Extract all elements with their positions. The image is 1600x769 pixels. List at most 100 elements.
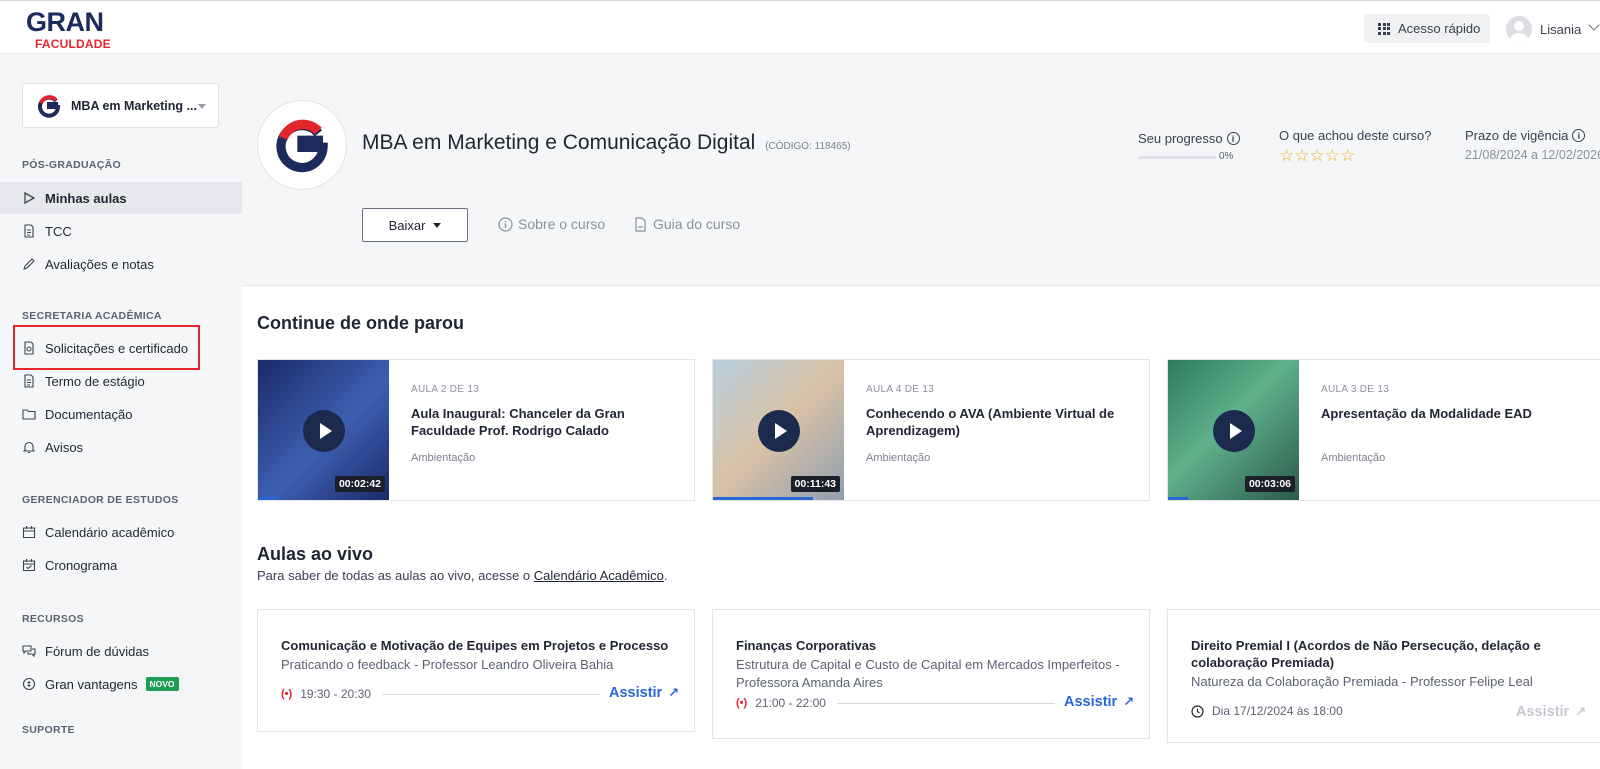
course-title: MBA em Marketing e Comunicação Digital (… [362, 131, 851, 155]
lesson-title: Aula Inaugural: Chanceler da Gran Faculd… [411, 406, 625, 438]
course-guide-label: Guia do curso [653, 216, 741, 232]
watch-label: Assistir [609, 685, 663, 701]
watch-button[interactable]: Assistir ↗ [1064, 694, 1134, 710]
continue-section-title: Continue de onde parou [257, 313, 464, 333]
live-broadcast-icon: (•) [736, 697, 748, 709]
sidebar-item-tcc[interactable]: TCC [0, 215, 242, 247]
gift-icon [22, 677, 36, 691]
lesson-category: Ambientação [866, 452, 931, 464]
video-thumbnail[interactable]: 00:11:43 [713, 360, 844, 500]
progress-label: Seu progresso i [1138, 131, 1240, 146]
continue-card[interactable]: 00:03:06 AULA 3 DE 13 Apresentação da Mo… [1167, 359, 1600, 501]
course-header [242, 54, 1600, 286]
sidebar-item-label: Cronograma [45, 557, 118, 573]
gran-faculdade-logo[interactable]: GRAN FACULDADE [26, 7, 126, 51]
validity-label: Prazo de vigência i [1465, 128, 1586, 143]
info-icon[interactable]: i [1226, 132, 1240, 145]
validity-dates: 21/08/2024 a 12/02/2026 [1465, 148, 1600, 162]
sidebar-item-label: Avaliações e notas [45, 256, 154, 272]
rating-stars[interactable]: ☆☆☆☆☆ [1279, 146, 1355, 166]
play-icon[interactable] [303, 410, 345, 452]
live-class-time-text: 21:00 - 22:00 [755, 696, 826, 710]
live-class-date: Dia 17/12/2024 às 18:00 [1191, 704, 1343, 718]
video-progress-bar [1168, 497, 1188, 500]
quick-access-button[interactable]: Acesso rápido [1364, 14, 1490, 43]
live-class-subtitle: Praticando o feedback - Professor Leandr… [281, 657, 614, 672]
sidebar: MBA em Marketing ... PÓS-GRADUAÇÃO Minha… [0, 54, 242, 769]
sidebar-item-cronograma[interactable]: Cronograma [0, 549, 242, 581]
top-bar: GRAN FACULDADE Acesso rápido Lisania [0, 0, 1600, 54]
live-broadcast-icon: (•) [281, 688, 293, 700]
lesson-number: AULA 3 DE 13 [1321, 384, 1390, 395]
academic-calendar-link[interactable]: Calendário Acadêmico [534, 568, 664, 583]
user-avatar-icon[interactable] [1506, 16, 1532, 42]
sidebar-item-label: Minhas aulas [45, 190, 127, 206]
watch-label: Assistir [1064, 694, 1118, 710]
live-class-time: (•) 19:30 - 20:30 [281, 687, 371, 701]
download-button-label: Baixar [388, 217, 426, 233]
about-course-link[interactable]: Sobre o curso [498, 216, 605, 232]
validity-label-text: Prazo de vigência [1465, 128, 1569, 143]
live-subtitle-suffix: . [663, 568, 668, 583]
live-time-line [837, 703, 1055, 704]
document-icon [22, 374, 36, 388]
caret-down-icon [198, 104, 206, 109]
live-class-time-text: 19:30 - 20:30 [300, 687, 371, 701]
quick-access-label: Acesso rápido [1398, 21, 1481, 36]
sidebar-item-gran-vantagens[interactable]: Gran vantagens NOVO [0, 668, 242, 700]
live-class-subtitle: Natureza da Colaboração Premiada - Profe… [1191, 674, 1533, 689]
calendar-icon [22, 525, 36, 539]
video-thumbnail[interactable]: 00:03:06 [1168, 360, 1299, 500]
live-class-card[interactable]: Finanças Corporativas Estrutura de Capit… [712, 609, 1150, 739]
user-name[interactable]: Lisania [1540, 22, 1581, 37]
sidebar-item-forum[interactable]: Fórum de dúvidas [0, 635, 242, 667]
watch-label: Assistir [1516, 704, 1570, 720]
lesson-title: Conhecendo o AVA (Ambiente Virtual de Ap… [866, 406, 1115, 438]
external-arrow-icon: ↗ [1575, 704, 1587, 719]
sidebar-item-avisos[interactable]: Avisos [0, 431, 242, 463]
watch-button-disabled[interactable]: Assistir ↗ [1516, 704, 1586, 720]
chevron-down-icon[interactable] [1588, 19, 1600, 31]
live-class-subtitle: Estrutura de Capital e Custo de Capital … [736, 657, 1120, 690]
continue-card[interactable]: 00:11:43 AULA 4 DE 13 Conhecendo o AVA (… [712, 359, 1150, 501]
video-progress-bar [258, 497, 278, 500]
info-icon[interactable]: i [1572, 129, 1586, 142]
video-thumbnail[interactable]: 00:02:42 [258, 360, 389, 500]
sidebar-item-documentacao[interactable]: Documentação [0, 398, 242, 430]
course-guide-link[interactable]: Guia do curso [633, 216, 740, 232]
live-subtitle-text: Para saber de todas as aulas ao vivo, ac… [257, 568, 531, 583]
video-duration: 00:03:06 [1244, 476, 1295, 492]
lesson-category: Ambientação [1321, 452, 1386, 464]
sidebar-item-calendario[interactable]: Calendário acadêmico [0, 516, 242, 548]
watch-button[interactable]: Assistir ↗ [609, 685, 679, 701]
course-selector[interactable]: MBA em Marketing ... [22, 83, 219, 128]
continue-card[interactable]: 00:02:42 AULA 2 DE 13 Aula Inaugural: Ch… [257, 359, 695, 501]
live-class-time: (•) 21:00 - 22:00 [736, 696, 826, 710]
play-icon[interactable] [1213, 410, 1255, 452]
sidebar-item-label: Documentação [45, 406, 133, 422]
lesson-number: AULA 2 DE 13 [411, 384, 480, 395]
gran-g-icon [38, 94, 61, 118]
progress-label-text: Seu progresso [1138, 131, 1223, 146]
chat-bubbles-icon [22, 644, 36, 658]
section-gerenciador: GERENCIADOR DE ESTUDOS [22, 494, 179, 506]
course-title-text: MBA em Marketing e Comunicação Digital [362, 131, 756, 154]
download-button[interactable]: Baixar [362, 208, 468, 242]
live-class-date-text: Dia 17/12/2024 às 18:00 [1212, 704, 1343, 718]
live-section-subtitle: Para saber de todas as aulas ao vivo, ac… [257, 568, 668, 583]
sidebar-item-label: TCC [45, 223, 72, 239]
play-icon[interactable] [758, 410, 800, 452]
course-logo [257, 100, 347, 190]
caret-down-icon [433, 222, 442, 228]
external-arrow-icon: ↗ [668, 685, 680, 700]
sidebar-item-avaliacoes[interactable]: Avaliações e notas [0, 248, 242, 280]
sidebar-item-label: Gran vantagens [45, 676, 138, 692]
live-class-card[interactable]: Comunicação e Motivação de Equipes em Pr… [257, 609, 695, 732]
live-section-title: Aulas ao vivo [257, 544, 374, 564]
rating-label: O que achou deste curso? [1279, 128, 1432, 143]
course-code: (CÓDIGO: 118465) [765, 141, 851, 152]
live-time-line [382, 694, 600, 695]
external-arrow-icon: ↗ [1123, 694, 1135, 709]
live-class-card[interactable]: Direito Premial I (Acordos de Não Persec… [1167, 609, 1600, 743]
sidebar-item-minhas-aulas[interactable]: Minhas aulas [0, 182, 242, 214]
